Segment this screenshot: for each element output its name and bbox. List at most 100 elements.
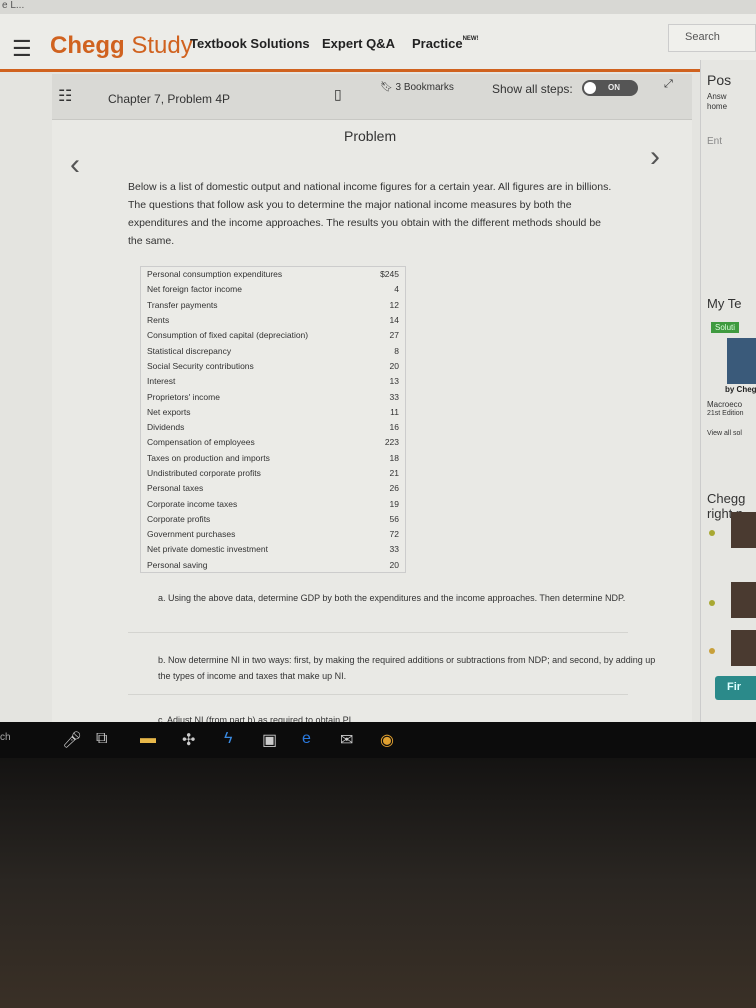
list-icon[interactable]: ☷ [58, 86, 72, 106]
item-value: 56 [389, 513, 399, 524]
item-value: 21 [389, 468, 399, 478]
online-dot [709, 600, 715, 606]
find-tutor-button[interactable]: Fir [715, 676, 756, 700]
problem-intro: Below is a list of domestic output and n… [128, 181, 612, 247]
table-row: Corporate profits 56 [141, 511, 406, 526]
item-value: 11 [390, 406, 399, 417]
solution-toolbar: ☷ Chapter 7, Problem 4P ▯ 🔖︎ 3 Bookmarks… [52, 74, 692, 120]
table-row: Proprietors' income 33 [141, 389, 406, 404]
item-value: 12 [389, 299, 399, 310]
new-badge: NEW! [462, 36, 479, 42]
prev-arrow-icon[interactable]: ‹ [70, 148, 80, 182]
taskbar: ch 🎤︎ ⧉ ▬ ✣ ϟ ▣ e ✉ ◉ [0, 722, 756, 758]
laptop-bezel [0, 758, 756, 1008]
table-row: Net private domestic investment 33 [141, 542, 406, 557]
item-label: Government purchases [147, 529, 236, 540]
item-label: Interest [147, 376, 176, 387]
problem-panel: Problem ‹ › Below is a list of domestic … [52, 120, 692, 722]
table-row: Net foreign factor income 4 [141, 282, 406, 297]
item-label: Transfer payments [147, 299, 218, 310]
nav-practice[interactable]: PracticeNEW! [412, 36, 479, 51]
item-value: 27 [389, 330, 399, 341]
avatar [731, 512, 756, 548]
mail-icon[interactable]: ✉ [340, 730, 353, 750]
by-chegg: by Chegg [725, 385, 756, 394]
item-label: Statistical discrepancy [147, 345, 232, 356]
search-input[interactable]: Search [668, 24, 756, 52]
solutions-badge: Soluti [711, 322, 740, 333]
divider [128, 694, 628, 695]
item-label: Net private domestic investment [147, 544, 268, 555]
item-label: Compensation of employees [147, 437, 255, 448]
table-row: Taxes on production and imports 18 [141, 450, 406, 465]
post-heading: Pos [707, 72, 732, 88]
right-sidebar: Pos Answ home Ent My Te Soluti by Chegg … [700, 60, 756, 722]
table-row: Transfer payments 12 [141, 297, 406, 312]
table-row: Personal consumption expenditures $245 [141, 267, 406, 282]
item-label: Dividends [147, 422, 185, 433]
item-value: 19 [389, 498, 399, 509]
item-value: 72 [389, 529, 399, 540]
item-value: 4 [394, 284, 399, 295]
tutors-heading: Chegg [707, 491, 746, 506]
item-label: Social Security contributions [147, 360, 254, 371]
screen: e L... ☰ Chegg Study Textbook Solutions … [0, 0, 756, 722]
browser-tab[interactable]: e L... [2, 0, 24, 11]
item-value: 26 [389, 483, 399, 494]
item-label: Personal saving [147, 559, 208, 570]
table-row: Undistributed corporate profits 21 [141, 465, 406, 480]
mobile-icon[interactable]: ▯ [334, 86, 342, 103]
dropbox-icon[interactable]: ✣ [182, 730, 195, 750]
book-cover[interactable] [727, 338, 756, 384]
expand-icon[interactable]: ⤢ [664, 78, 673, 91]
chrome-icon[interactable]: ◉ [380, 730, 394, 750]
item-value: 20 [389, 559, 399, 570]
item-value: 33 [389, 544, 399, 555]
view-all-link[interactable]: View all sol [707, 430, 742, 437]
avatar [731, 630, 756, 666]
table-row: Personal saving 20 [141, 557, 406, 572]
table-row: Consumption of fixed capital (depreciati… [141, 328, 406, 343]
table-row: Net exports 11 [141, 404, 406, 419]
search-box-text[interactable]: ch [0, 732, 11, 743]
show-steps-toggle[interactable]: ON [582, 80, 638, 96]
item-label: Personal consumption expenditures [147, 269, 283, 280]
edge-icon[interactable]: e [302, 730, 311, 748]
table-row: Dividends 16 [141, 419, 406, 434]
question-a: a. Using the above data, determine GDP b… [158, 593, 626, 603]
online-dot [709, 530, 715, 536]
divider [128, 632, 628, 633]
my-textbooks-heading: My Te [707, 296, 742, 311]
item-value: 8 [394, 345, 399, 356]
site-header: ☰ Chegg Study Textbook Solutions Expert … [0, 14, 756, 72]
online-dot [709, 648, 715, 654]
microphone-icon[interactable]: 🎤︎ [62, 730, 82, 750]
question-input[interactable]: Ent [707, 136, 722, 147]
nav-expert-qa[interactable]: Expert Q&A [322, 36, 395, 51]
data-table: Personal consumption expenditures $245 Net… [140, 266, 406, 573]
question-b: b. Now determine NI in two ways: first, … [158, 655, 656, 681]
post-text: Answ [707, 92, 727, 101]
chegg-study-logo[interactable]: Chegg Study [50, 32, 193, 60]
post-text: home [707, 102, 728, 111]
bookmarks-button[interactable]: 🔖︎ 3 Bookmarks [380, 82, 454, 93]
item-label: Net foreign factor income [147, 284, 242, 295]
file-explorer-icon[interactable]: ▬ [140, 730, 156, 748]
book-title[interactable]: Macroeco [707, 400, 742, 409]
next-arrow-icon[interactable]: › [650, 140, 660, 174]
table-row: Compensation of employees 223 [141, 435, 406, 450]
table-row: Personal taxes 26 [141, 481, 406, 496]
task-view-icon[interactable]: ⧉ [96, 730, 107, 748]
item-value: 33 [389, 391, 399, 402]
nav-textbook-solutions[interactable]: Textbook Solutions [190, 36, 310, 51]
item-value: 223 [384, 437, 399, 448]
item-label: Rents [147, 315, 170, 326]
table-row: Corporate income taxes 19 [141, 496, 406, 511]
browser-tab-strip: e L... [0, 0, 756, 14]
item-value: 13 [389, 376, 399, 387]
store-icon[interactable]: ▣ [262, 730, 277, 750]
item-label: Undistributed corporate profits [147, 468, 261, 478]
menu-icon[interactable]: ☰ [12, 36, 32, 62]
item-value: $245 [380, 269, 399, 280]
app-icon[interactable]: ϟ [224, 730, 232, 748]
